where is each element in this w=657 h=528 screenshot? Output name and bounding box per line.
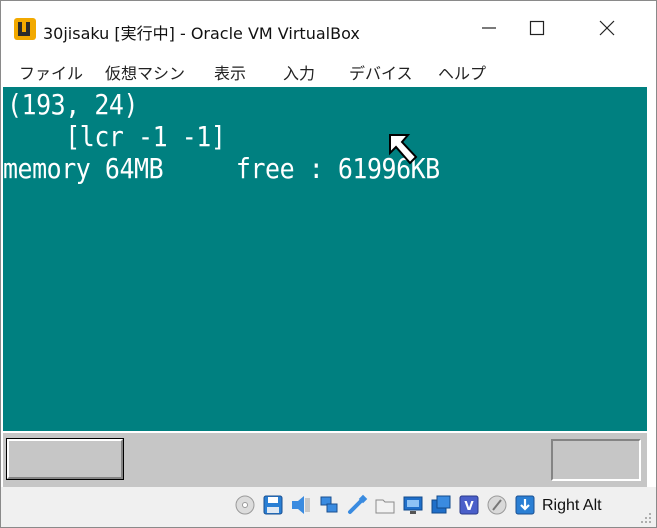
optical-drive-icon[interactable] [234,494,256,516]
menu-machine[interactable]: 仮想マシン [105,60,185,84]
mouse-coordinates-text: (193, 24) [7,88,139,121]
network-icon[interactable] [318,494,340,516]
guest-taskbar-bar [3,431,647,487]
shared-folders-icon[interactable] [374,494,396,516]
floppy-drive-icon[interactable] [262,494,284,516]
menu-input[interactable]: 入力 [283,60,315,84]
guest-start-button[interactable] [6,438,124,480]
menu-help[interactable]: ヘルプ [438,60,486,84]
menu-bar: ファイル 仮想マシン 表示 入力 デバイス ヘルプ [1,53,656,87]
minimize-button[interactable] [467,11,513,47]
maximize-icon [529,20,545,36]
guest-clock-area [551,439,641,481]
close-icon [599,20,615,36]
minimize-icon [482,27,496,29]
virtualbox-app-icon [14,18,36,40]
guest-display[interactable]: (193, 24) [lcr -1 -1] memory 64MB free :… [3,87,647,431]
window-title: 30jisaku [実行中] - Oracle VM VirtualBox [43,24,360,43]
keyboard-capture-icon[interactable] [514,494,536,516]
mouse-button-state-text: [lcr -1 -1] [7,120,226,153]
display-icon[interactable] [402,494,424,516]
title-bar[interactable]: 30jisaku [実行中] - Oracle VM VirtualBox [1,1,656,53]
svg-text:V: V [464,499,474,513]
virtualbox-window: 30jisaku [実行中] - Oracle VM VirtualBox ファ… [0,0,657,528]
close-button[interactable] [585,11,631,47]
status-bar: V Right Alt [1,487,656,527]
memory-info-text: memory 64MB free : 61996KB [3,152,440,185]
cpu-vtx-icon[interactable]: V [458,494,480,516]
mouse-integration-icon[interactable] [486,494,508,516]
audio-icon[interactable] [290,494,312,516]
host-key-label: Right Alt [542,497,602,514]
mouse-cursor-icon [389,134,418,165]
resize-grip-icon[interactable] [640,512,652,524]
menu-view[interactable]: 表示 [214,60,246,84]
menu-file[interactable]: ファイル [19,60,83,84]
maximize-button[interactable] [515,11,561,47]
menu-devices[interactable]: デバイス [349,60,413,84]
video-capture-icon[interactable] [430,494,452,516]
usb-icon[interactable] [346,494,368,516]
